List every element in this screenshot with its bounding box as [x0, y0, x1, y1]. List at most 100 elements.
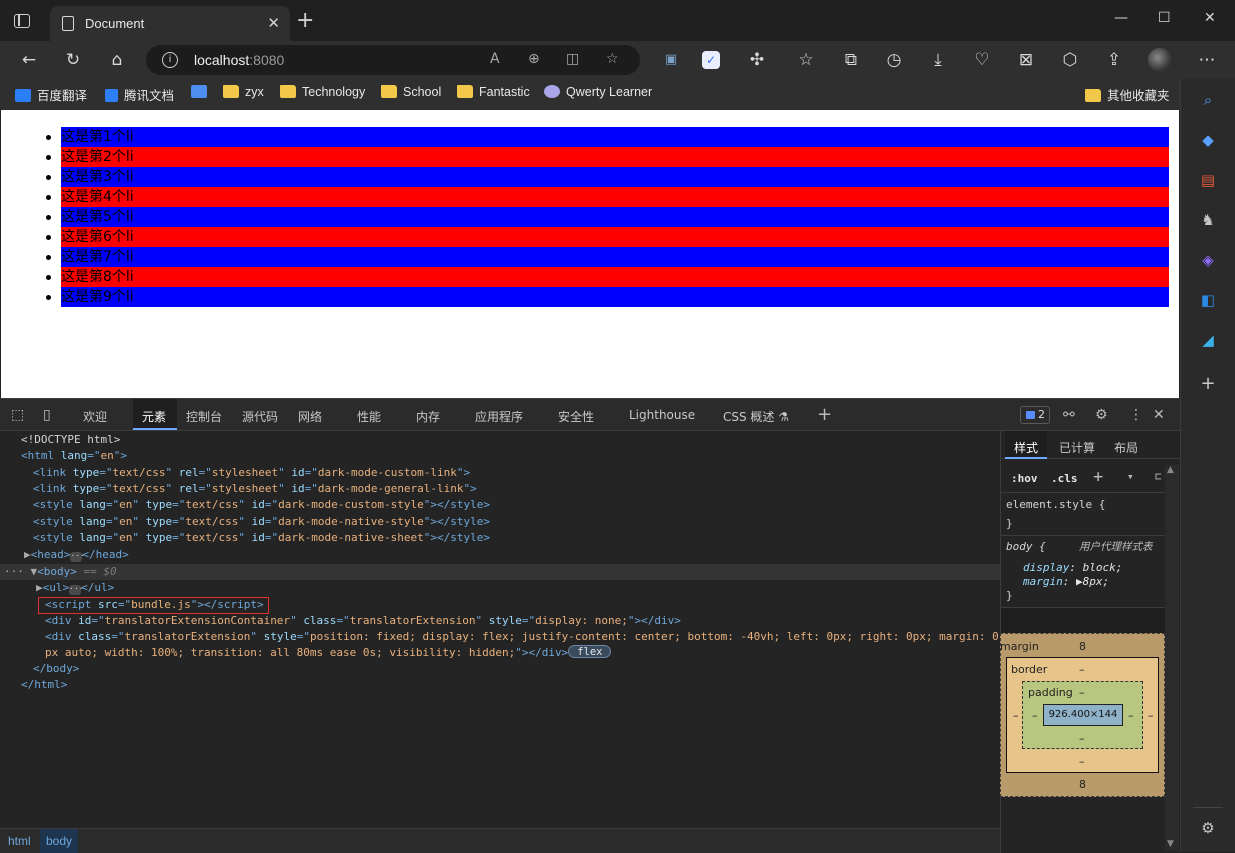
- copilot-icon[interactable]: ◈: [1199, 251, 1217, 269]
- border-right-value[interactable]: –: [1148, 709, 1154, 722]
- bookmark-other-favorites[interactable]: 其他收藏夹: [1085, 85, 1170, 103]
- tab-network[interactable]: 网络: [298, 408, 322, 425]
- scroll-down-arrow-icon[interactable]: ▼: [1167, 839, 1174, 849]
- tab-application[interactable]: 应用程序: [475, 408, 523, 425]
- div-translator-line-b[interactable]: px auto; width: 100%; transition: all 80…: [45, 645, 612, 661]
- link-line-2[interactable]: <link type="text/css" rel="stylesheet" i…: [33, 481, 477, 497]
- margin-top-value[interactable]: 8: [1079, 640, 1086, 653]
- scroll-up-arrow-icon[interactable]: ▲: [1167, 465, 1174, 475]
- more-menu-icon[interactable]: ⋯: [1196, 49, 1218, 71]
- history-icon[interactable]: ◷: [883, 49, 905, 71]
- body-rule-selector[interactable]: body {: [1006, 540, 1046, 553]
- div-translator-line-a[interactable]: <div class="translatorExtension" style="…: [45, 629, 999, 645]
- tab-css-overview[interactable]: CSS 概述 ⚗: [723, 408, 789, 425]
- tab-welcome[interactable]: 欢迎: [83, 408, 107, 425]
- link-line-1[interactable]: <link type="text/css" rel="stylesheet" i…: [33, 465, 470, 481]
- extensions-puzzle-icon[interactable]: ✣: [746, 49, 768, 71]
- style-line-2[interactable]: <style lang="en" type="text/css" id="dar…: [33, 514, 490, 530]
- expand-triangle-icon[interactable]: ▶: [36, 581, 43, 594]
- style-line-3[interactable]: <style lang="en" type="text/css" id="dar…: [33, 530, 490, 546]
- breadcrumb-body[interactable]: body: [40, 829, 79, 853]
- doctype-line[interactable]: <!DOCTYPE html>: [21, 432, 120, 448]
- devtools-close-icon[interactable]: ✕: [1153, 407, 1165, 423]
- downloads-icon[interactable]: ⤓: [927, 49, 949, 71]
- drop-icon[interactable]: ◢: [1199, 331, 1217, 349]
- favorites-icon[interactable]: ☆: [795, 49, 817, 71]
- display-declaration[interactable]: display: block;: [1023, 561, 1122, 574]
- refresh-icon[interactable]: ↻: [62, 49, 84, 71]
- padding-left-value[interactable]: –: [1032, 709, 1038, 722]
- html-open-line[interactable]: <html lang="en">: [21, 448, 127, 464]
- devtools-more-icon[interactable]: ⋮: [1129, 407, 1143, 423]
- home-icon[interactable]: ⌂: [106, 49, 128, 71]
- tab-computed[interactable]: 已计算: [1059, 439, 1095, 456]
- tab-elements[interactable]: 元素: [142, 408, 166, 425]
- padding-top-value[interactable]: –: [1079, 686, 1085, 699]
- bookmark-folder-zyx[interactable]: zyx: [223, 85, 264, 103]
- expand-triangle-icon[interactable]: ▶: [24, 548, 31, 561]
- ul-collapsed-line[interactable]: ▶<ul>···</ul>: [36, 580, 114, 596]
- styles-scrollbar[interactable]: ▲ ▼: [1165, 465, 1179, 851]
- tab-console[interactable]: 控制台: [186, 408, 222, 425]
- tab-styles[interactable]: 样式: [1005, 431, 1048, 459]
- tab-performance[interactable]: 性能: [357, 408, 381, 425]
- maximize-button[interactable]: ☐: [1158, 10, 1171, 26]
- extension-page-icon[interactable]: ▣: [660, 49, 682, 71]
- profile-avatar[interactable]: [1148, 48, 1172, 72]
- toggle-sidebar-icon[interactable]: ⊏: [1155, 470, 1162, 483]
- padding-bottom-value[interactable]: –: [1079, 732, 1085, 745]
- bookmark-google-translate[interactable]: [191, 85, 213, 103]
- sidebar-settings-icon[interactable]: ⚙: [1199, 819, 1217, 837]
- issues-badge[interactable]: 2: [1020, 406, 1050, 424]
- devtools-settings-icon[interactable]: ⚙: [1095, 407, 1108, 423]
- performance-icon[interactable]: ♡: [971, 49, 993, 71]
- collections-icon[interactable]: ⧉: [840, 49, 862, 71]
- add-sidebar-app-icon[interactable]: +: [1199, 375, 1217, 393]
- tab-security[interactable]: 安全性: [558, 408, 594, 425]
- element-style-selector[interactable]: element.style {: [1006, 498, 1105, 511]
- more-tabs-plus-icon[interactable]: +: [817, 404, 832, 425]
- element-state-icon[interactable]: ▾: [1127, 470, 1134, 483]
- bookmark-baidu-translate[interactable]: 百度翻译: [15, 85, 87, 103]
- outlook-icon[interactable]: ◧: [1199, 291, 1217, 309]
- ellipsis-badge[interactable]: ···: [70, 552, 85, 562]
- html-close-line[interactable]: </html>: [21, 677, 67, 693]
- bookmark-tencent-docs[interactable]: 腾讯文档: [105, 85, 174, 103]
- address-bar[interactable]: i localhost:8080 A ⊕ ◫ ☆: [146, 45, 640, 75]
- extension-translate-icon[interactable]: ✓: [702, 51, 720, 69]
- tab-layout[interactable]: 布局: [1114, 439, 1138, 456]
- cls-toggle[interactable]: .cls: [1051, 472, 1078, 485]
- device-emulation-icon[interactable]: ▯: [43, 407, 51, 423]
- games-icon[interactable]: ♞: [1199, 211, 1217, 229]
- tab-sources[interactable]: 源代码: [242, 408, 278, 425]
- border-bottom-value[interactable]: –: [1079, 755, 1085, 768]
- new-style-rule-icon[interactable]: +: [1093, 467, 1103, 487]
- tab-close-icon[interactable]: ✕: [267, 14, 280, 32]
- style-line-1[interactable]: <style lang="en" type="text/css" id="dar…: [33, 497, 490, 513]
- margin-bottom-value[interactable]: 8: [1079, 778, 1086, 791]
- box-model-content-size[interactable]: 926.400×144: [1043, 704, 1123, 726]
- inspect-element-icon[interactable]: ⬚: [11, 407, 24, 423]
- border-left-value[interactable]: –: [1013, 709, 1019, 722]
- site-info-icon[interactable]: i: [162, 52, 178, 68]
- close-window-button[interactable]: ✕: [1204, 10, 1216, 26]
- bookmark-qwerty-learner[interactable]: Qwerty Learner: [544, 85, 652, 103]
- math-solver-icon[interactable]: ⊠: [1015, 49, 1037, 71]
- breadcrumb-html[interactable]: html: [8, 834, 31, 848]
- new-tab-button[interactable]: +: [296, 10, 314, 32]
- padding-right-value[interactable]: –: [1128, 709, 1134, 722]
- tools-icon[interactable]: ▤: [1199, 171, 1217, 189]
- bookmark-folder-fantastic[interactable]: Fantastic: [457, 85, 530, 103]
- back-icon[interactable]: ←: [18, 49, 40, 71]
- zoom-icon[interactable]: ⊕: [528, 51, 540, 67]
- div-translator-container-line[interactable]: <div id="translatorExtensionContainer" c…: [45, 613, 681, 629]
- ellipsis-badge[interactable]: ···: [69, 585, 84, 595]
- tab-actions-icon[interactable]: [14, 14, 30, 28]
- head-collapsed-line[interactable]: ▶<head>···</head>: [24, 547, 129, 563]
- hov-toggle[interactable]: :hov: [1011, 472, 1038, 485]
- url-text[interactable]: localhost:8080: [194, 52, 284, 68]
- flex-badge[interactable]: flex: [568, 645, 612, 658]
- margin-declaration[interactable]: margin: ▶8px;: [1023, 575, 1109, 588]
- shopping-tag-icon[interactable]: ◆: [1199, 131, 1217, 149]
- tab-memory[interactable]: 内存: [416, 408, 440, 425]
